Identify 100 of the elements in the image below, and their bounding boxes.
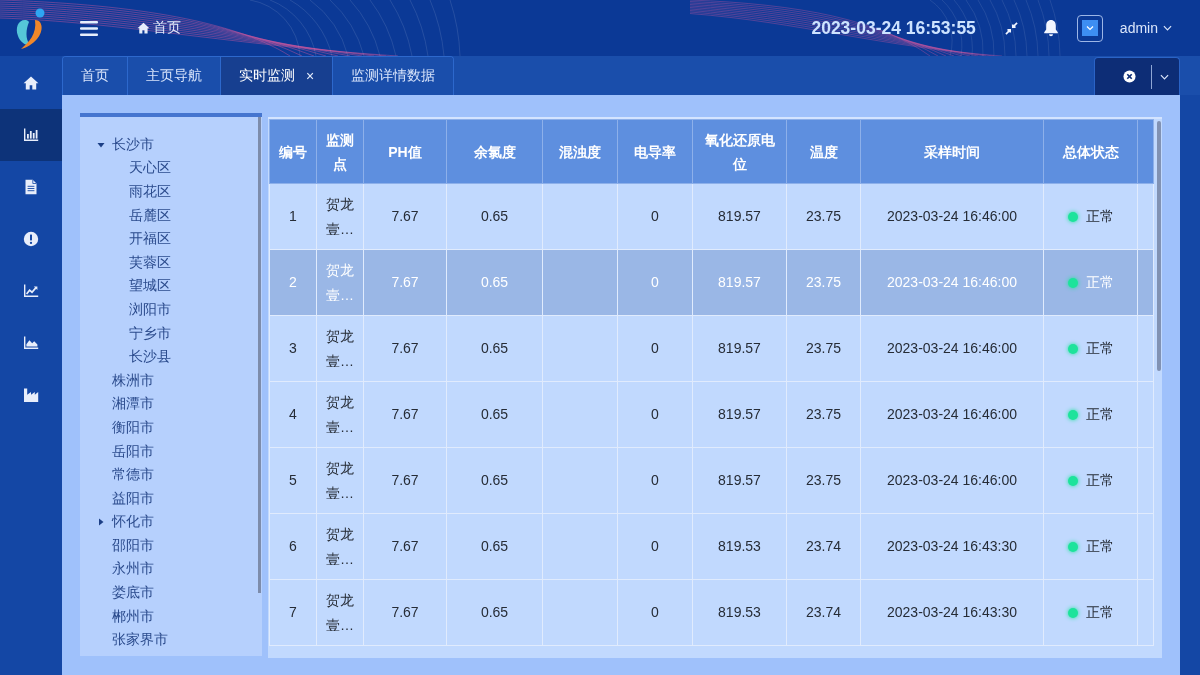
table-cell: 819.53	[692, 579, 787, 646]
column-header[interactable]: 混浊度	[542, 119, 618, 184]
table-cell: 6	[269, 513, 317, 580]
caret-icon[interactable]	[97, 140, 105, 149]
tree-item[interactable]: 天心区	[129, 156, 171, 181]
table-cell: 0.65	[446, 315, 543, 382]
column-header[interactable]: 温度	[786, 119, 861, 184]
table-cell: 0.65	[446, 183, 543, 250]
table-cell: 819.57	[692, 249, 787, 316]
table-cell: 贺龙壹…	[316, 183, 364, 250]
column-header[interactable]: 总体状态	[1043, 119, 1138, 184]
column-header[interactable]: 余氯度	[446, 119, 543, 184]
tree-item[interactable]: 常德市	[112, 463, 154, 487]
chevron-down-icon	[1163, 25, 1172, 31]
table-cell: 23.75	[786, 249, 861, 316]
table-cell: 贺龙壹…	[316, 447, 364, 514]
tree-item[interactable]: 望城区	[129, 274, 171, 299]
column-header[interactable]: 氧化还原电位	[692, 119, 787, 184]
table-cell: 2023-03-24 16:46:00	[860, 315, 1044, 382]
dropdown-button[interactable]	[1076, 14, 1103, 42]
table-cell: 23.75	[786, 447, 861, 514]
tree-item[interactable]: 雨花区	[129, 180, 171, 204]
table-row[interactable]: 1 贺龙壹… 7.67 0.65 0 819.57 23.75 2023-03-24 16:46:00 正常	[269, 183, 1154, 250]
close-tab-button[interactable]: ×	[306, 68, 315, 84]
alert-icon	[23, 231, 39, 247]
table-cell: 4	[269, 381, 317, 448]
status-text: 正常	[1085, 339, 1114, 358]
column-header[interactable]: 采样时间	[860, 119, 1044, 184]
table-cell: 2	[269, 249, 317, 316]
home-icon	[137, 22, 150, 34]
table-cell: 0	[617, 447, 693, 514]
table-cell: 819.57	[692, 381, 787, 448]
table-cell: 2023-03-24 16:46:00	[860, 183, 1044, 250]
tree-item[interactable]: 娄底市	[112, 581, 154, 605]
tab[interactable]: 首页	[63, 57, 128, 95]
menu-icon[interactable]	[80, 20, 98, 36]
table-cell: 3	[269, 315, 317, 382]
table-cell: 贺龙壹…	[316, 579, 364, 646]
table-cell: 0	[617, 513, 693, 580]
table-cell: 819.57	[692, 447, 787, 514]
table-row[interactable]: 3 贺龙壹… 7.67 0.65 0 819.57 23.75 2023-03-24 16:46:00 正常	[269, 315, 1154, 382]
table-cell: 23.74	[786, 579, 861, 646]
tree-item[interactable]: 长沙市	[97, 133, 154, 157]
status-text: 正常	[1085, 471, 1114, 490]
table-cell: 2023-03-24 16:46:00	[860, 249, 1044, 316]
table-cell: 819.57	[692, 183, 787, 250]
table-cell: 7.67	[363, 249, 447, 316]
tree-item[interactable]: 邵阳市	[112, 534, 154, 558]
tree-item[interactable]: 益阳市	[112, 486, 154, 511]
shrink-icon[interactable]	[1004, 21, 1018, 35]
tree-item[interactable]: 怀化市	[97, 510, 154, 535]
tree-item[interactable]: 衡阳市	[112, 416, 154, 440]
tab[interactable]: 实时监测 ×	[221, 57, 334, 95]
table-cell: 0	[617, 381, 693, 448]
tree-item[interactable]: 张家界市	[112, 628, 168, 653]
bell-icon[interactable]	[1042, 19, 1059, 37]
tree-item[interactable]: 岳麓区	[129, 203, 171, 228]
table-cell: 7.67	[363, 447, 447, 514]
sidebar-item[interactable]	[0, 109, 62, 161]
column-header[interactable]: 编号	[269, 119, 317, 184]
chevron-tile-icon	[1081, 20, 1098, 36]
tree-item[interactable]: 岳阳市	[112, 439, 154, 464]
column-header[interactable]: 电导率	[617, 119, 693, 184]
home-breadcrumb-link[interactable]: 首页	[137, 19, 181, 37]
table-cell: 23.74	[786, 513, 861, 580]
column-header[interactable]: 监测点	[316, 119, 364, 184]
tree-item[interactable]: 长沙县	[129, 345, 171, 369]
table-cell: 7	[269, 579, 317, 646]
line-chart-icon	[23, 283, 39, 299]
scrollbar[interactable]	[258, 117, 261, 593]
chevron-down-icon[interactable]	[1160, 73, 1169, 80]
table-row[interactable]: 4 贺龙壹… 7.67 0.65 0 819.57 23.75 2023-03-24 16:46:00 正常	[269, 381, 1154, 448]
tree-item[interactable]: 开福区	[129, 227, 171, 251]
tree-item[interactable]: 湘潭市	[112, 392, 154, 417]
table-cell: 23.75	[786, 183, 861, 250]
bar-chart-icon	[23, 127, 39, 143]
factory-icon	[23, 387, 39, 403]
table-cell: 2023-03-24 16:46:00	[860, 447, 1044, 514]
tree-item[interactable]: 永州市	[112, 557, 154, 582]
table-cell: 0.65	[446, 579, 543, 646]
table-cell: 7.67	[363, 513, 447, 580]
column-header[interactable]: PH值	[363, 119, 447, 184]
table-cell: 2023-03-24 16:46:00	[860, 381, 1044, 448]
table-cell: 0	[617, 183, 693, 250]
table-row[interactable]: 7 贺龙壹… 7.67 0.65 0 819.53 23.74 2023-03-24 16:43:30 正常	[269, 579, 1154, 646]
table-row[interactable]: 5 贺龙壹… 7.67 0.65 0 819.57 23.75 2023-03-24 16:46:00 正常	[269, 447, 1154, 514]
table-cell: 贺龙壹…	[316, 249, 364, 316]
tree-item[interactable]: 株洲市	[112, 368, 154, 393]
tree-item[interactable]: 浏阳市	[129, 298, 171, 322]
scrollbar[interactable]	[1157, 121, 1161, 371]
table-row[interactable]: 6 贺龙壹… 7.67 0.65 0 819.53 23.74 2023-03-24 16:43:30 正常	[269, 513, 1154, 580]
tree-item[interactable]: 宁乡市	[129, 321, 171, 346]
table-cell: 23.75	[786, 381, 861, 448]
caret-icon[interactable]	[97, 518, 105, 527]
tree-item[interactable]: 郴州市	[112, 604, 154, 629]
status-text: 正常	[1085, 537, 1114, 556]
tree-item[interactable]: 芙蓉区	[129, 250, 171, 275]
close-circle-icon[interactable]	[1123, 70, 1136, 83]
user-menu-button[interactable]: admin	[1119, 20, 1172, 36]
table-cell: 0	[617, 249, 693, 316]
